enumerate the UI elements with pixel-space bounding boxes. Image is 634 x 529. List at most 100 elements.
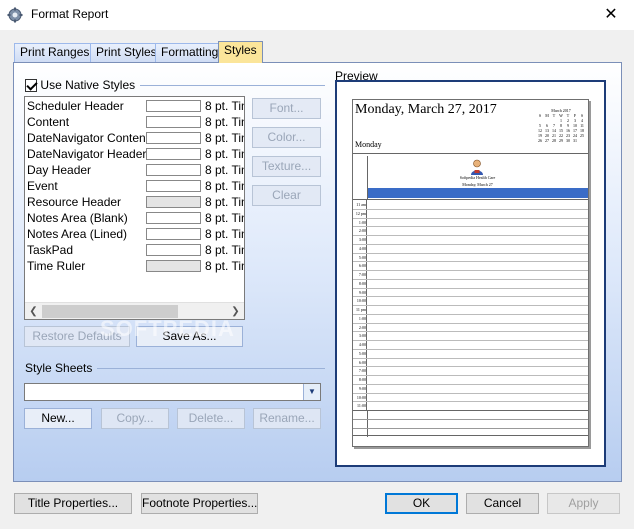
time-label: 7:00 xyxy=(358,368,366,374)
time-label: 9:00 xyxy=(358,385,366,391)
horizontal-scrollbar[interactable]: ❮ ❯ xyxy=(25,302,244,319)
preview-time-grid: 11 am 12 pm 1:00 2:00 3:00 4:00 5:00 6:00 7:00 8:… xyxy=(353,199,588,411)
time-slot-line xyxy=(353,375,588,376)
list-item[interactable]: DateNavigator Header 8 pt. Tin xyxy=(26,146,244,162)
preview-page-header: Monday, March 27, 2017 Monday March 2017… xyxy=(353,100,588,154)
close-icon[interactable]: ✕ xyxy=(588,0,634,30)
tab-print-styles[interactable]: Print Styles xyxy=(90,43,163,62)
scroll-left-icon[interactable]: ❮ xyxy=(25,303,42,319)
preview-page: Monday, March 27, 2017 Monday March 2017… xyxy=(352,99,589,447)
delete-style-sheet-button[interactable]: Delete... xyxy=(177,408,245,429)
window-title: Format Report xyxy=(31,7,109,21)
native-styles-label[interactable]: Use Native Styles xyxy=(40,78,135,92)
style-item-swatch xyxy=(146,100,201,112)
footnote-properties-button[interactable]: Footnote Properties... xyxy=(141,493,258,514)
tab-styles[interactable]: Styles xyxy=(218,41,263,63)
time-label: 2:00 xyxy=(358,324,366,330)
apply-button[interactable]: Apply xyxy=(547,493,620,514)
time-label: 6:00 xyxy=(358,263,366,269)
native-styles-header: Use Native Styles xyxy=(25,78,325,92)
list-item[interactable]: Notes Area (Lined) 8 pt. Tin xyxy=(26,226,244,242)
list-item[interactable]: Resource Header 8 pt. Tin xyxy=(26,194,244,210)
time-slot-line xyxy=(353,383,588,385)
mini-calendar: March 2017 S M T W T F S 1 2 3 4 5 6 7 8 9 10 11 12 13 14 15 1… xyxy=(537,108,585,148)
tab-formatting[interactable]: Formatting xyxy=(155,43,225,62)
style-item-name: Content xyxy=(27,115,70,129)
list-item[interactable]: DateNavigator Content 8 pt. Tin xyxy=(26,130,244,146)
style-item-name: DateNavigator Header xyxy=(27,147,147,161)
mini-calendar-cell: 28 xyxy=(552,138,556,143)
list-item[interactable]: Content 8 pt. Tin xyxy=(26,114,244,130)
style-item-name: Scheduler Header xyxy=(27,99,124,113)
time-label: 5:00 xyxy=(358,254,366,260)
person-icon xyxy=(471,159,483,175)
style-item-swatch xyxy=(146,148,201,160)
ok-button[interactable]: OK xyxy=(385,493,458,514)
list-item[interactable]: Time Ruler 8 pt. Tin xyxy=(26,258,244,274)
mini-calendar-cell: 27 xyxy=(545,138,549,143)
style-item-font: 8 pt. Tin xyxy=(205,179,245,193)
list-item[interactable]: TaskPad 8 pt. Tin xyxy=(26,242,244,258)
style-list[interactable]: Scheduler Header 8 pt. Tin Content 8 pt. Ti… xyxy=(24,96,245,320)
mini-calendar-cell: 31 xyxy=(573,138,577,143)
preview-allday-band xyxy=(368,188,588,198)
font-button[interactable]: Font... xyxy=(252,98,321,119)
time-slot-line xyxy=(353,208,588,210)
new-style-sheet-button[interactable]: New... xyxy=(24,408,92,429)
mini-calendar-cell: 29 xyxy=(559,138,563,143)
time-slot-line xyxy=(353,340,588,341)
time-label: 10:00 xyxy=(356,394,366,400)
time-slot-line xyxy=(353,278,588,280)
list-item[interactable]: Event 8 pt. Tin xyxy=(26,178,244,194)
preview-resource-name: Softpedia Health Care xyxy=(459,175,496,180)
clear-button[interactable]: Clear xyxy=(252,185,321,206)
style-item-font: 8 pt. Tin xyxy=(205,211,245,225)
style-item-swatch xyxy=(146,180,201,192)
time-label: 11:00 xyxy=(357,403,366,409)
time-label: 12 pm xyxy=(355,210,366,216)
style-sheets-label: Style Sheets xyxy=(25,361,93,375)
time-slot-line xyxy=(353,252,588,254)
mini-calendar-cell: 30 xyxy=(566,138,570,143)
restore-defaults-button[interactable]: Restore Defaults xyxy=(24,326,130,347)
time-slot-line xyxy=(353,305,588,306)
tab-print-ranges[interactable]: Print Ranges xyxy=(14,43,96,62)
style-item-swatch xyxy=(146,132,201,144)
style-item-swatch xyxy=(146,228,201,240)
list-item[interactable]: Notes Area (Blank) 8 pt. Tin xyxy=(26,210,244,226)
style-item-name: Time Ruler xyxy=(27,259,86,273)
style-item-name: Resource Header xyxy=(27,195,122,209)
time-slot-line xyxy=(353,235,588,236)
color-button[interactable]: Color... xyxy=(252,127,321,148)
style-item-font: 8 pt. Tin xyxy=(205,259,245,273)
time-slot-line xyxy=(353,313,588,315)
time-label: 8:00 xyxy=(358,377,366,382)
time-slot-line xyxy=(353,296,588,298)
preview-day: Monday xyxy=(355,140,382,149)
list-item[interactable]: Day Header 8 pt. Tin xyxy=(26,162,244,178)
time-label: 7:00 xyxy=(358,272,366,277)
cancel-button[interactable]: Cancel xyxy=(466,493,539,514)
time-label: 3:00 xyxy=(358,333,366,339)
time-slot-line xyxy=(353,331,588,333)
style-sheets-header: Style Sheets xyxy=(25,361,325,375)
list-item[interactable]: Scheduler Header 8 pt. Tin xyxy=(26,98,244,114)
copy-style-sheet-button[interactable]: Copy... xyxy=(101,408,169,429)
preview-notes-rows xyxy=(353,410,588,437)
texture-button[interactable]: Texture... xyxy=(252,156,321,177)
save-as-button[interactable]: Save As... xyxy=(136,326,243,347)
style-item-swatch xyxy=(146,244,201,256)
scroll-thumb[interactable] xyxy=(42,305,178,318)
rename-style-sheet-button[interactable]: Rename... xyxy=(253,408,321,429)
title-properties-button[interactable]: Title Properties... xyxy=(14,493,132,514)
time-label: 10:00 xyxy=(356,298,366,304)
time-label: 4:00 xyxy=(358,342,366,347)
scroll-right-icon[interactable]: ❯ xyxy=(227,303,244,319)
time-slot-line xyxy=(353,348,588,350)
native-styles-checkbox[interactable] xyxy=(25,78,38,92)
style-item-name: Event xyxy=(27,179,58,193)
time-slot-line xyxy=(353,270,588,271)
style-item-font: 8 pt. Tin xyxy=(205,115,245,129)
chevron-down-icon[interactable]: ▼ xyxy=(303,384,320,400)
style-sheets-combo[interactable]: ▼ xyxy=(24,383,321,401)
